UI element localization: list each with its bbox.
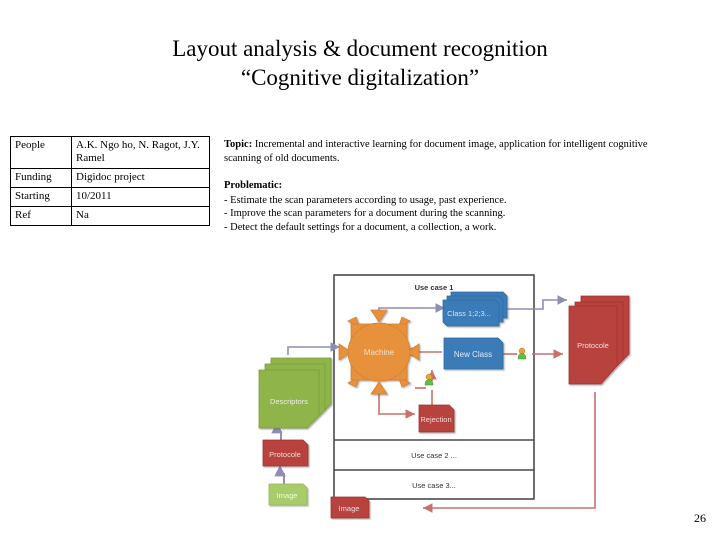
table-cell-value: Na [71, 206, 210, 226]
use-case-1-label: Use case 1 [415, 283, 454, 292]
image-red-label: Image [339, 504, 360, 513]
problematic-bullet: - Estimate the scan parameters according… [224, 194, 507, 206]
table-cell-label: Funding [10, 168, 72, 188]
problematic-bullet: - Improve the scan parameters for a docu… [224, 208, 506, 219]
table-cell-value: Digidoc project [71, 168, 210, 188]
problematic-label: Problematic: [224, 180, 283, 191]
use-case-2-label: Use case 2 ... [411, 451, 457, 460]
table-cell-value: A.K. Ngo ho, N. Ragot, J.Y. Ramel [71, 136, 210, 169]
title-line-1: Layout analysis & document recognition [172, 36, 548, 61]
table-cell-label: People [10, 136, 72, 169]
image-green-label: Image [277, 491, 298, 500]
topic-paragraph: Topic: Incremental and interactive learn… [224, 138, 654, 165]
class-list-label: Class 1;2;3... [447, 309, 491, 318]
problematic-bullet: - Detect the default settings for a docu… [224, 221, 497, 233]
topic-text: Incremental and interactive learning for… [224, 139, 648, 164]
rejection-label: Rejection [420, 415, 451, 424]
new-class-label: New Class [454, 350, 492, 359]
title-line-2: “Cognitive digitalization” [240, 65, 480, 90]
description-block: Topic: Incremental and interactive learn… [224, 138, 654, 234]
descriptors-label: Descriptors [270, 397, 308, 406]
node-descriptors [258, 357, 332, 429]
node-protocole-right [568, 295, 630, 385]
use-case-diagram: Use case 1 Use case 2 ... Use case 3... … [255, 262, 685, 520]
page-number: 26 [694, 511, 706, 525]
table-row: Funding Digidoc project [10, 168, 210, 188]
topic-label: Topic: [224, 139, 253, 150]
table-row: Ref Na [10, 206, 210, 226]
protocole-right-label: Protocole [577, 341, 609, 350]
machine-label: Machine [364, 348, 395, 357]
table-cell-value: 10/2011 [71, 187, 210, 207]
use-case-3-label: Use case 3... [412, 481, 456, 490]
project-info-table: People A.K. Ngo ho, N. Ragot, J.Y. Ramel… [10, 136, 210, 226]
page-title: Layout analysis & document recognition “… [0, 34, 720, 92]
table-row: Starting 10/2011 [10, 187, 210, 207]
table-cell-label: Ref [10, 206, 72, 226]
table-row: People A.K. Ngo ho, N. Ragot, J.Y. Ramel [10, 136, 210, 169]
table-cell-label: Starting [10, 187, 72, 207]
protocole-left-label: Protocole [269, 450, 301, 459]
